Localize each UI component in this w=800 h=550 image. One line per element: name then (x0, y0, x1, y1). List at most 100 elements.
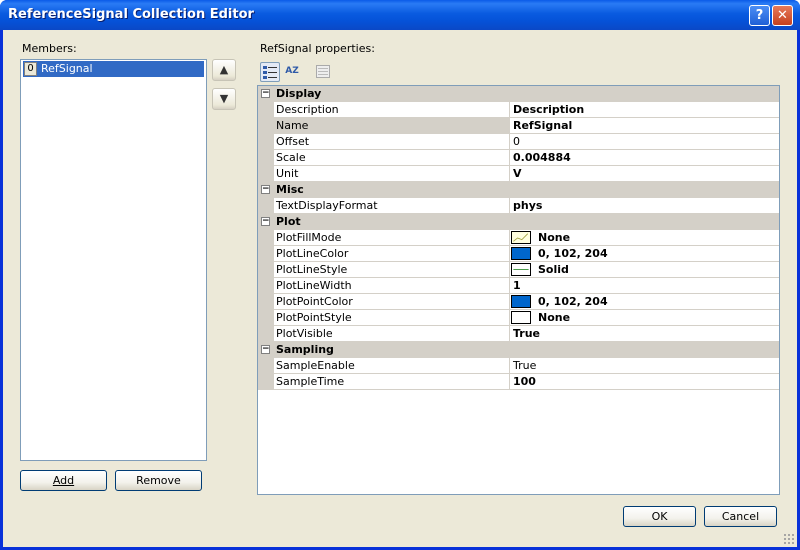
categorized-button[interactable] (260, 62, 280, 82)
title-bar[interactable]: ReferenceSignal Collection Editor ? ✕ (0, 0, 800, 30)
remove-button-label: Remove (136, 474, 181, 487)
column-divider (509, 262, 510, 278)
property-value[interactable]: 0 (513, 135, 520, 148)
column-divider (509, 166, 510, 182)
alphabetical-icon: AZ (285, 66, 299, 76)
column-divider (509, 326, 510, 342)
collapse-icon[interactable]: − (261, 89, 270, 98)
remove-button[interactable]: Remove (115, 470, 202, 491)
list-item[interactable]: 0 RefSignal (23, 61, 204, 77)
property-row-plotvisible[interactable]: PlotVisible True (258, 326, 779, 342)
column-divider (509, 230, 510, 246)
property-value[interactable]: 0, 102, 204 (538, 295, 608, 308)
property-name: PlotPointStyle (276, 311, 352, 324)
color-swatch (511, 295, 531, 308)
property-name: Scale (276, 151, 306, 164)
column-divider (509, 134, 510, 150)
property-value[interactable]: Solid (538, 263, 569, 276)
collapse-icon[interactable]: − (261, 345, 270, 354)
cancel-button[interactable]: Cancel (704, 506, 777, 527)
property-row-plotlinecolor[interactable]: PlotLineColor 0, 102, 204 (258, 246, 779, 262)
member-name: RefSignal (41, 62, 93, 75)
properties-label: RefSignal properties: (260, 42, 375, 55)
arrow-down-icon: ▼ (219, 92, 229, 105)
property-row-unit[interactable]: Unit V (258, 166, 779, 182)
members-list[interactable]: 0 RefSignal (20, 59, 207, 461)
category-label: Sampling (276, 343, 334, 356)
property-value[interactable]: 1 (513, 279, 521, 292)
arrow-up-icon: ▲ (219, 63, 229, 76)
property-row-sampletime[interactable]: SampleTime 100 (258, 374, 779, 390)
column-divider (509, 118, 510, 134)
category-plot[interactable]: − Plot (258, 214, 779, 230)
color-swatch (511, 247, 531, 260)
property-row-name[interactable]: Name RefSignal (258, 118, 779, 134)
column-divider (509, 246, 510, 262)
property-row-plotlinewidth[interactable]: PlotLineWidth 1 (258, 278, 779, 294)
window-title: ReferenceSignal Collection Editor (8, 7, 254, 22)
dialog-body: Members: 0 RefSignal ▲ ▼ Add Remove RefS… (3, 30, 797, 547)
cancel-button-label: Cancel (721, 510, 760, 523)
property-value[interactable]: RefSignal (513, 119, 572, 132)
column-divider (509, 374, 510, 390)
members-label: Members: (22, 42, 77, 55)
property-row-offset[interactable]: Offset 0 (258, 134, 779, 150)
move-up-button[interactable]: ▲ (212, 59, 236, 81)
property-value[interactable]: 0, 102, 204 (538, 247, 608, 260)
column-divider (509, 310, 510, 326)
property-row-scale[interactable]: Scale 0.004884 (258, 150, 779, 166)
category-misc[interactable]: − Misc (258, 182, 779, 198)
line-style-icon (511, 263, 531, 276)
collapse-icon[interactable]: − (261, 185, 270, 194)
help-button[interactable]: ? (749, 5, 770, 26)
member-index: 0 (24, 62, 37, 76)
property-value[interactable]: None (538, 231, 570, 244)
property-row-plotpointstyle[interactable]: PlotPointStyle None (258, 310, 779, 326)
collapse-icon[interactable]: − (261, 217, 270, 226)
fill-mode-icon (511, 231, 531, 244)
property-value[interactable]: V (513, 167, 522, 180)
category-sampling[interactable]: − Sampling (258, 342, 779, 358)
property-value[interactable]: Description (513, 103, 584, 116)
property-grid[interactable]: − Display Description Description Name R… (257, 85, 780, 495)
column-divider (509, 150, 510, 166)
property-name: Offset (276, 135, 310, 148)
property-row-plotlinestyle[interactable]: PlotLineStyle Solid (258, 262, 779, 278)
alphabetical-button[interactable]: AZ (282, 62, 302, 82)
column-divider (509, 358, 510, 374)
property-name: PlotPointColor (276, 295, 353, 308)
property-value[interactable]: True (513, 327, 540, 340)
column-divider (509, 102, 510, 118)
property-name: PlotFillMode (276, 231, 342, 244)
property-name: PlotLineWidth (276, 279, 352, 292)
property-name: PlotLineColor (276, 247, 349, 260)
property-row-textdisplayformat[interactable]: TextDisplayFormat phys (258, 198, 779, 214)
property-value[interactable]: True (513, 359, 536, 372)
move-down-button[interactable]: ▼ (212, 88, 236, 110)
close-button[interactable]: ✕ (772, 5, 793, 26)
property-value[interactable]: 0.004884 (513, 151, 571, 164)
property-row-description[interactable]: Description Description (258, 102, 779, 118)
property-row-plotfillmode[interactable]: PlotFillMode None (258, 230, 779, 246)
category-label: Plot (276, 215, 301, 228)
categorized-icon (263, 66, 277, 79)
ok-button[interactable]: OK (623, 506, 696, 527)
property-value[interactable]: phys (513, 199, 542, 212)
ok-button-label: OK (651, 510, 668, 523)
property-pages-icon (316, 65, 330, 78)
property-row-sampleenable[interactable]: SampleEnable True (258, 358, 779, 374)
property-name: SampleTime (276, 375, 345, 388)
property-row-plotpointcolor[interactable]: PlotPointColor 0, 102, 204 (258, 294, 779, 310)
resize-grip-icon[interactable] (783, 533, 795, 545)
property-name: TextDisplayFormat (276, 199, 378, 212)
property-name: PlotVisible (276, 327, 333, 340)
point-style-swatch (511, 311, 531, 324)
column-divider (509, 198, 510, 214)
category-display[interactable]: − Display (258, 86, 779, 102)
property-name: Unit (276, 167, 299, 180)
property-value[interactable]: None (538, 311, 570, 324)
add-button[interactable]: Add (20, 470, 107, 491)
property-value[interactable]: 100 (513, 375, 536, 388)
category-label: Display (276, 87, 322, 100)
property-name: Name (276, 119, 309, 132)
